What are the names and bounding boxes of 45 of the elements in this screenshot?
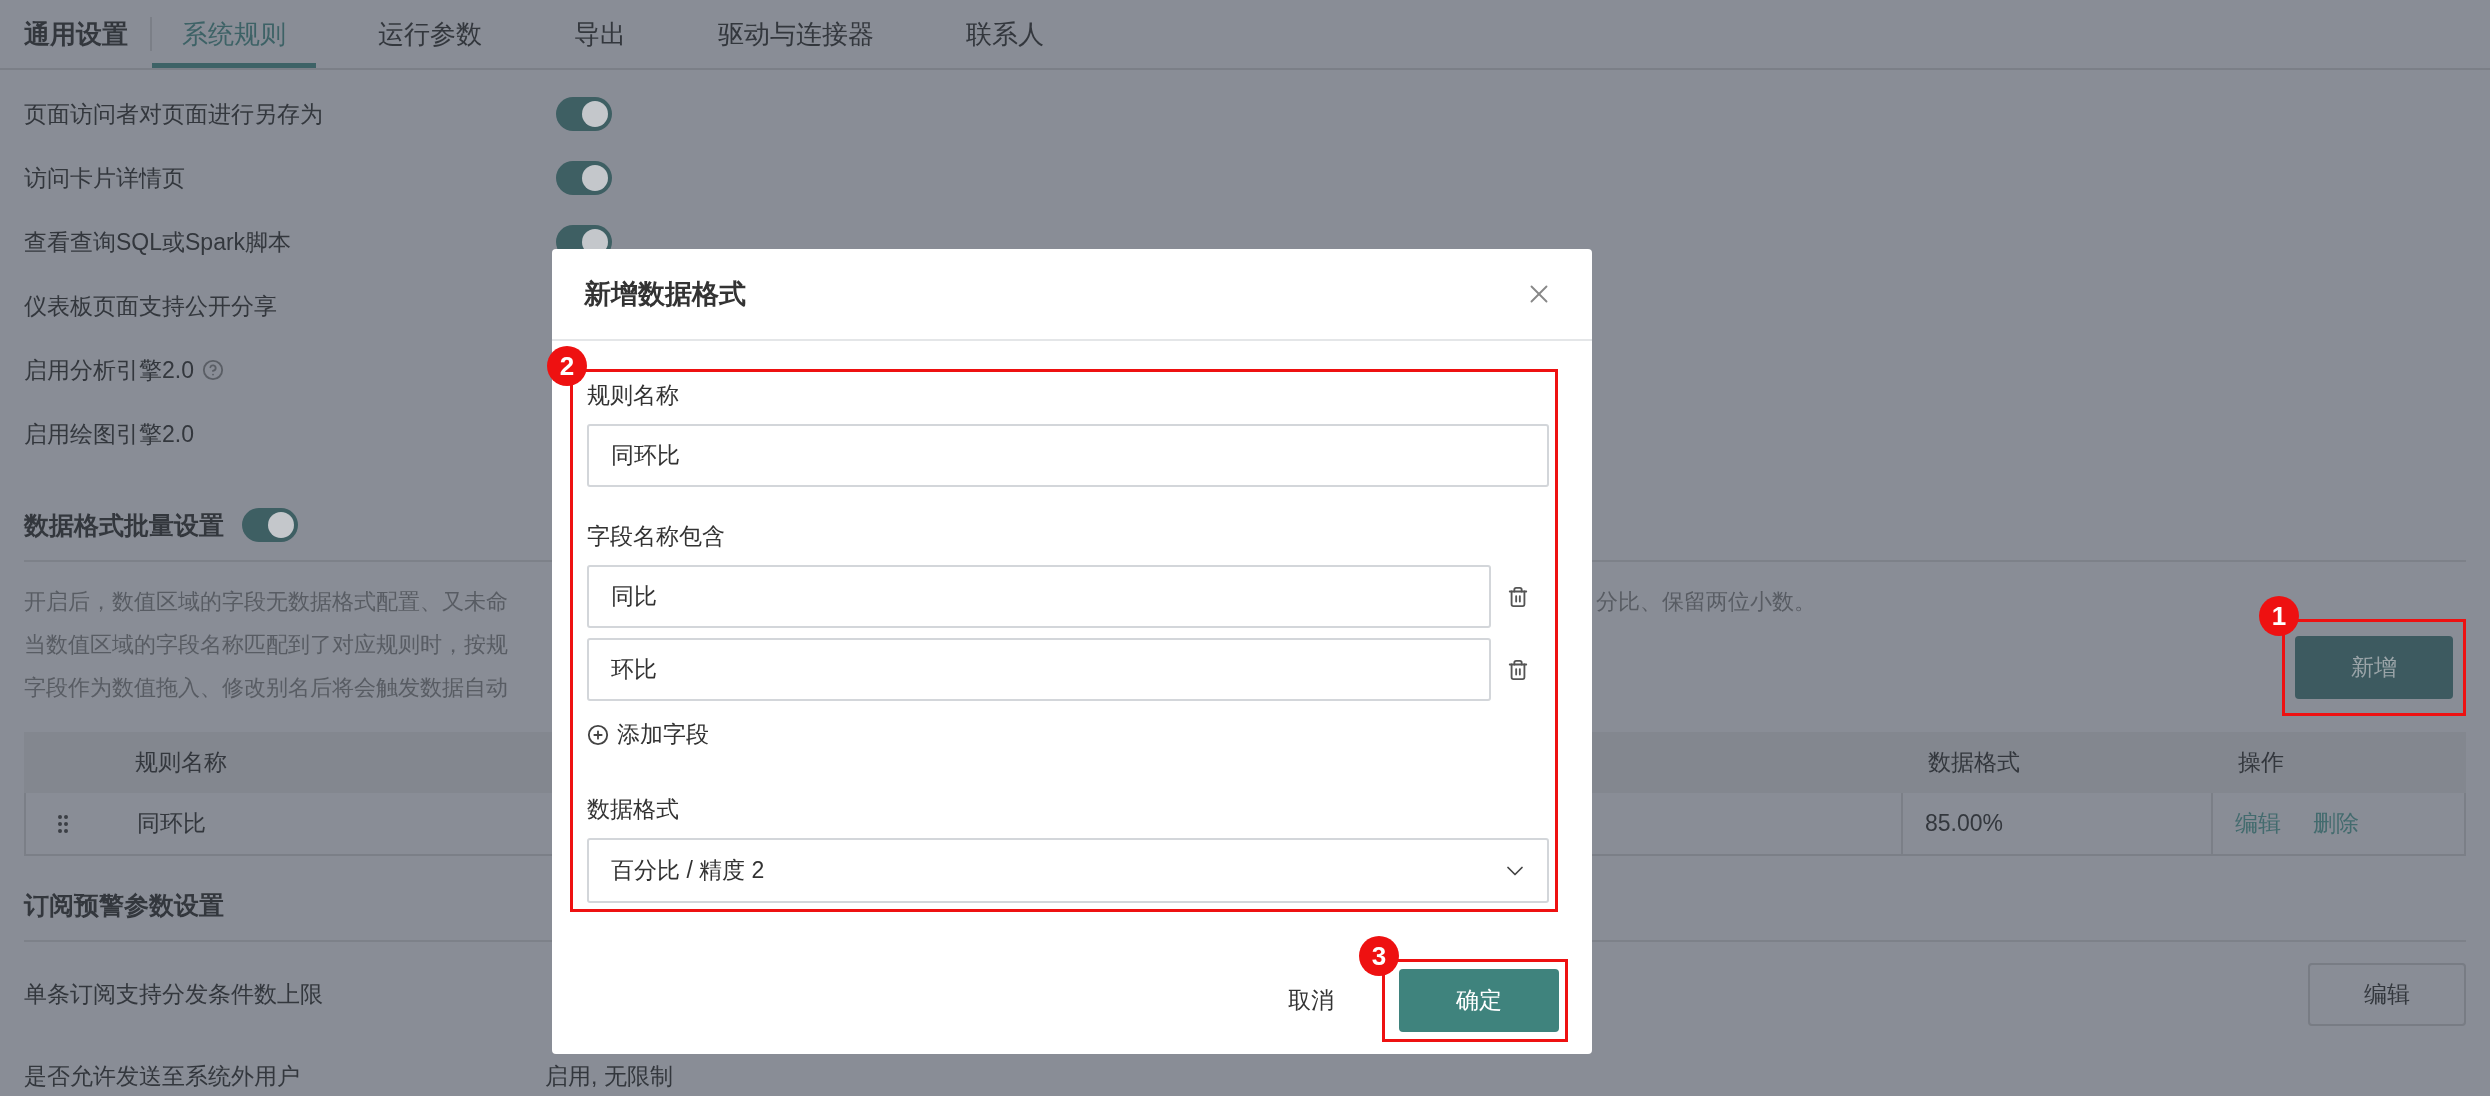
add-field-link[interactable]: 添加字段 (587, 719, 709, 750)
input-field[interactable]: 同比 (587, 565, 1491, 628)
setting-label: 仪表板页面支持公开分享 (24, 291, 277, 321)
dialog-title: 新增数据格式 (584, 278, 746, 311)
setting-label: 启用绘图引擎2.0 (24, 419, 194, 449)
setting-label: 查看查询SQL或Spark脚本 (24, 227, 292, 257)
input-field[interactable]: 环比 (587, 638, 1491, 701)
step-badge: 1 (2259, 596, 2299, 636)
input-field[interactable]: 同环比 (587, 424, 1549, 487)
delete-icon[interactable] (1507, 585, 1529, 608)
toggle-switch[interactable] (242, 508, 298, 542)
field-label: 规则名称 (587, 381, 680, 410)
column-header: 规则名称 (135, 748, 227, 777)
select-value: 百分比 / 精度 2 (611, 856, 765, 885)
tab[interactable]: 导出 (544, 0, 656, 68)
column-header: 操作 (2238, 748, 2284, 777)
plus-icon (587, 723, 609, 746)
delete-icon[interactable] (1507, 658, 1529, 681)
step-badge: 3 (1359, 936, 1399, 976)
cancel-button[interactable]: 取消 (1282, 984, 1340, 1017)
tab[interactable]: 驱动与连接器 (688, 0, 904, 68)
field-label: 字段名称包含 (587, 522, 726, 551)
setting-label: 是否允许发送至系统外用户 (24, 1061, 301, 1091)
tab[interactable]: 联系人 (936, 0, 1074, 68)
column-header: 数据格式 (1928, 748, 2020, 777)
edit-button[interactable]: 编辑 (2308, 962, 2466, 1026)
toggle-switch[interactable] (556, 97, 612, 131)
add-button[interactable]: 新增 (2295, 636, 2453, 699)
setting-label: 启用分析引擎2.0 (24, 355, 194, 385)
field-label: 数据格式 (587, 795, 680, 824)
table-cell: 85.00% (1925, 810, 2003, 837)
setting-label: 页面访问者对页面进行另存为 (24, 99, 323, 129)
select-field[interactable]: 百分比 / 精度 2 (587, 838, 1549, 903)
tab[interactable]: 系统规则 (152, 0, 316, 68)
page-title: 通用设置 (24, 17, 152, 51)
setting-label: 访问卡片详情页 (24, 163, 185, 193)
tab[interactable]: 运行参数 (348, 0, 512, 68)
table-cell-text: 同环比 (137, 809, 206, 838)
setting-label: 单条订阅支持分发条件数上限 (24, 979, 324, 1009)
section-title: 数据格式批量设置 (24, 509, 224, 541)
step-badge: 2 (547, 346, 587, 386)
toggle-switch[interactable] (556, 161, 612, 195)
setting-value: 启用, 无限制 (545, 1061, 673, 1091)
section-title: 订阅预警参数设置 (24, 889, 224, 921)
confirm-button[interactable]: 确定 (1399, 969, 1559, 1032)
